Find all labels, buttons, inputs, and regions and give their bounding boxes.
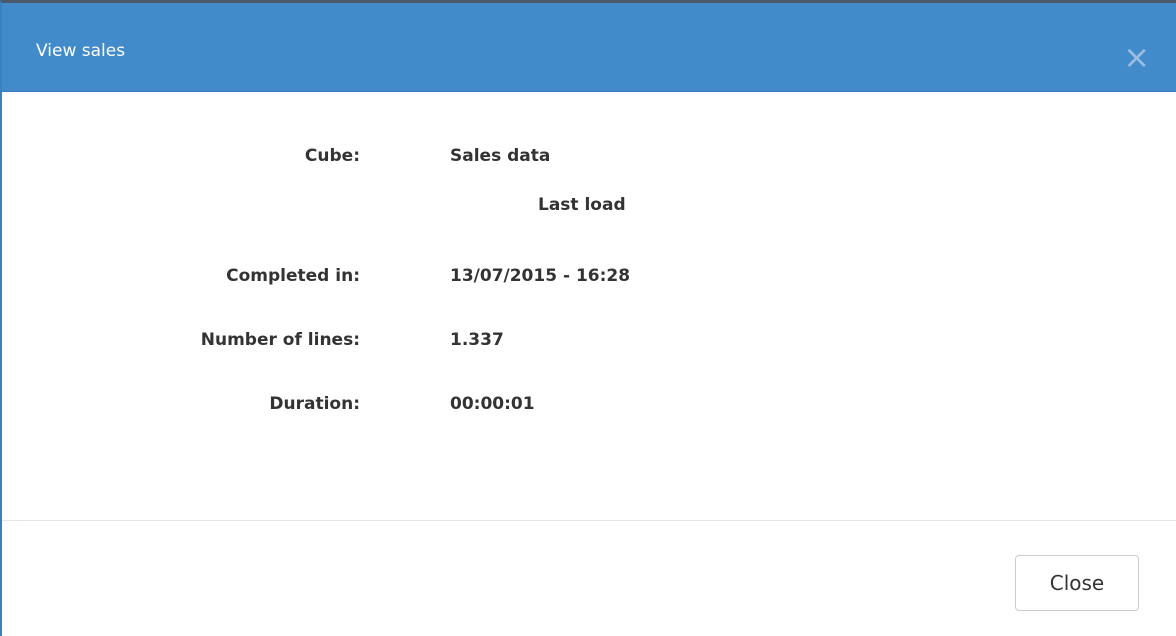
lines-label: Number of lines: [200, 330, 360, 350]
completed-label: Completed in: [226, 266, 360, 286]
duration-label: Duration: [269, 394, 360, 414]
duration-value: 00:00:01 [450, 394, 535, 414]
footer-divider [2, 520, 1176, 521]
lines-row: Number of lines: 1.337 [2, 330, 1176, 354]
view-sales-dialog: View sales × Cube: Sales data Last load … [0, 0, 1176, 636]
last-load-heading: Last load [538, 195, 626, 215]
cube-label: Cube: [304, 146, 360, 166]
close-icon[interactable]: × [1123, 41, 1150, 73]
completed-value: 13/07/2015 - 16:28 [450, 266, 631, 286]
duration-row: Duration: 00:00:01 [2, 394, 1176, 418]
cube-row: Cube: Sales data [2, 146, 1176, 170]
cube-value: Sales data [450, 146, 551, 166]
dialog-title: View sales [36, 41, 126, 61]
close-button[interactable]: Close [1015, 555, 1139, 611]
lines-value: 1.337 [450, 330, 504, 350]
dialog-header: View sales × [2, 3, 1176, 92]
completed-row: Completed in: 13/07/2015 - 16:28 [2, 266, 1176, 290]
